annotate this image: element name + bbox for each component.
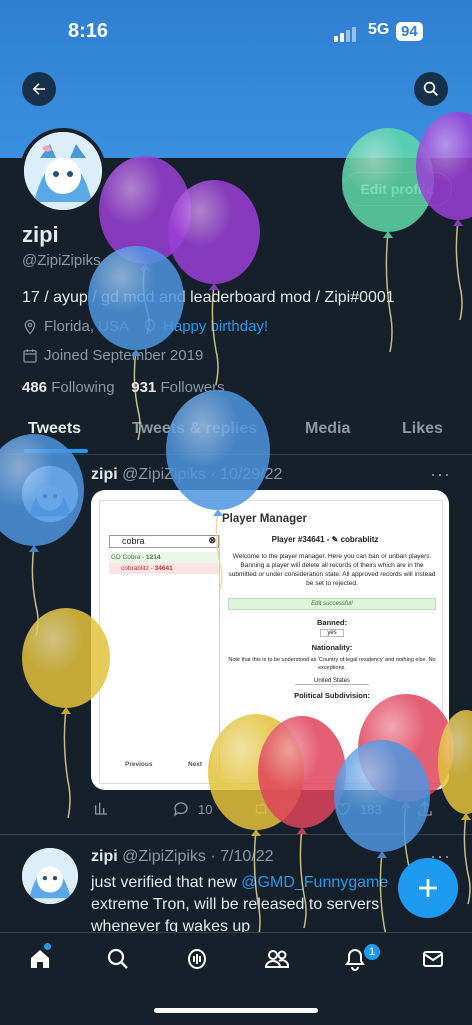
tab-tweets-replies[interactable]: Tweets & replies [132,420,257,438]
profile-joined: Joined September 2019 [44,347,204,364]
player-manager-panel: cobra ⊗ GD Cobra - 1214 cobrablitz - 346… [99,500,443,784]
subdivision-label: Political Subdivision: [294,691,370,700]
nav-home[interactable] [28,947,52,976]
balloon [342,128,434,353]
explore-icon [107,948,128,969]
tweet-author[interactable]: zipi [91,848,118,865]
profile-tabs: Tweets Tweets & replies Media Likes [0,408,472,455]
tweet-avatar[interactable] [22,848,78,904]
player-manager-desc: Welcome to the player manager. Here you … [228,553,436,587]
back-button[interactable] [22,72,56,106]
profile-joined-row: Joined September 2019 [22,347,203,364]
profile-meta-row: Florida, USA Happy birthday! [22,318,268,335]
search-icon [423,81,439,97]
tweet-media-image[interactable]: cobra ⊗ GD Cobra - 1214 cobrablitz - 346… [91,490,449,790]
stats-icon [95,802,107,815]
tab-tweets[interactable]: Tweets [28,420,81,438]
tweet-more-button[interactable]: ··· [430,464,451,485]
mail-icon [423,951,443,967]
player-heading: Player #34641 - ✎ cobrablitz [271,535,379,544]
compose-tweet-button[interactable] [398,858,458,918]
nav-communities[interactable] [264,947,290,976]
like-icon [336,802,350,816]
edit-success-message: Edit successful! [228,598,436,610]
profile-handle: @ZipiZipiks [22,252,101,269]
reply-icon [173,802,188,817]
country-select[interactable]: United States [295,678,369,685]
home-indicator [154,1008,318,1013]
tweet-header: zipi @ZipiZipiks · 7/10/22 [91,848,274,866]
balloon [0,434,84,637]
tweet-header: zipi @ZipiZipiks · 10/29/22 [91,466,282,484]
player-list-item[interactable]: cobrablitz - 34641 [109,563,219,574]
search-button[interactable] [414,72,448,106]
retweet-button[interactable]: 6 [252,800,285,818]
birthday-text: Happy birthday! [163,318,269,335]
profile-bio: 17 / ayup / gd mod and leaderboard mod /… [22,289,395,306]
status-time: 8:16 [68,20,109,42]
calendar-icon [23,348,37,363]
spaces-icon [188,949,206,969]
like-count: 183 [360,801,382,817]
follow-stats: 486 Following 931 Followers [22,379,225,396]
tweet-avatar[interactable] [22,466,78,522]
retweet-icon [255,802,267,816]
back-arrow-icon [32,83,45,95]
retweet-count: 6 [278,801,286,817]
network-label: 5G [368,21,390,38]
tweet-text: just verified that new @GMD_Funnygame ex… [91,874,389,935]
banned-label: Banned: [317,618,347,627]
balloon [99,156,191,335]
profile-avatar[interactable] [20,128,106,214]
compose-plus-icon [419,879,437,897]
share-button[interactable] [416,800,434,818]
reply-button[interactable]: 10 [172,800,212,818]
avatar-image [22,466,78,522]
active-tab-indicator [24,449,88,453]
nav-explore[interactable] [106,947,130,976]
tweet-divider [0,834,472,835]
player-search-input[interactable]: cobra ⊗ [109,535,219,548]
nav-messages[interactable] [421,947,445,976]
like-button[interactable]: 183 [334,800,382,818]
battery-icon: 94 [396,22,423,41]
edit-profile-button[interactable]: Edit profile [342,172,452,206]
home-icon [31,950,49,968]
next-button[interactable]: Next [188,761,202,768]
status-bar: 8:16 5G 94 [0,0,472,64]
notification-badge: 1 [362,942,382,962]
communities-icon [264,950,290,968]
profile-name: zipi [22,222,59,247]
signal-icon [334,24,358,42]
player-list-item[interactable]: GD Cobra - 1214 [109,552,219,563]
tweet-author[interactable]: zipi [91,466,118,483]
stats-button[interactable] [93,800,109,816]
nav-spaces[interactable] [185,947,209,976]
player-manager-title: Player Manager [222,513,308,525]
avatar-image [24,132,102,210]
tweet-actions: 10 6 183 [0,800,472,822]
previous-button[interactable]: Previous [125,761,152,768]
nationality-label: Nationality: [311,643,353,652]
location-icon [24,319,36,335]
profile-location: Florida, USA [44,318,130,335]
following-link[interactable]: 486 Following [22,379,115,396]
share-icon [418,801,432,816]
avatar-image [22,848,78,904]
tweet-handle-date: @ZipiZipiks · 10/29/22 [122,466,283,483]
balloon-icon [144,318,156,334]
reply-count: 10 [198,801,213,817]
home-dot-indicator [44,943,51,950]
nationality-note: Note that this is to be understood as 'C… [228,657,436,671]
tab-likes[interactable]: Likes [402,420,443,438]
banned-select[interactable]: yes [320,629,344,637]
player-list-column: cobra ⊗ GD Cobra - 1214 cobrablitz - 346… [109,535,220,773]
followers-link[interactable]: 931 Followers [131,379,224,396]
tab-media[interactable]: Media [305,420,350,438]
mention-link[interactable]: @GMD_Funnygame [241,874,388,891]
tweet-handle-date: @ZipiZipiks · 7/10/22 [122,848,274,865]
